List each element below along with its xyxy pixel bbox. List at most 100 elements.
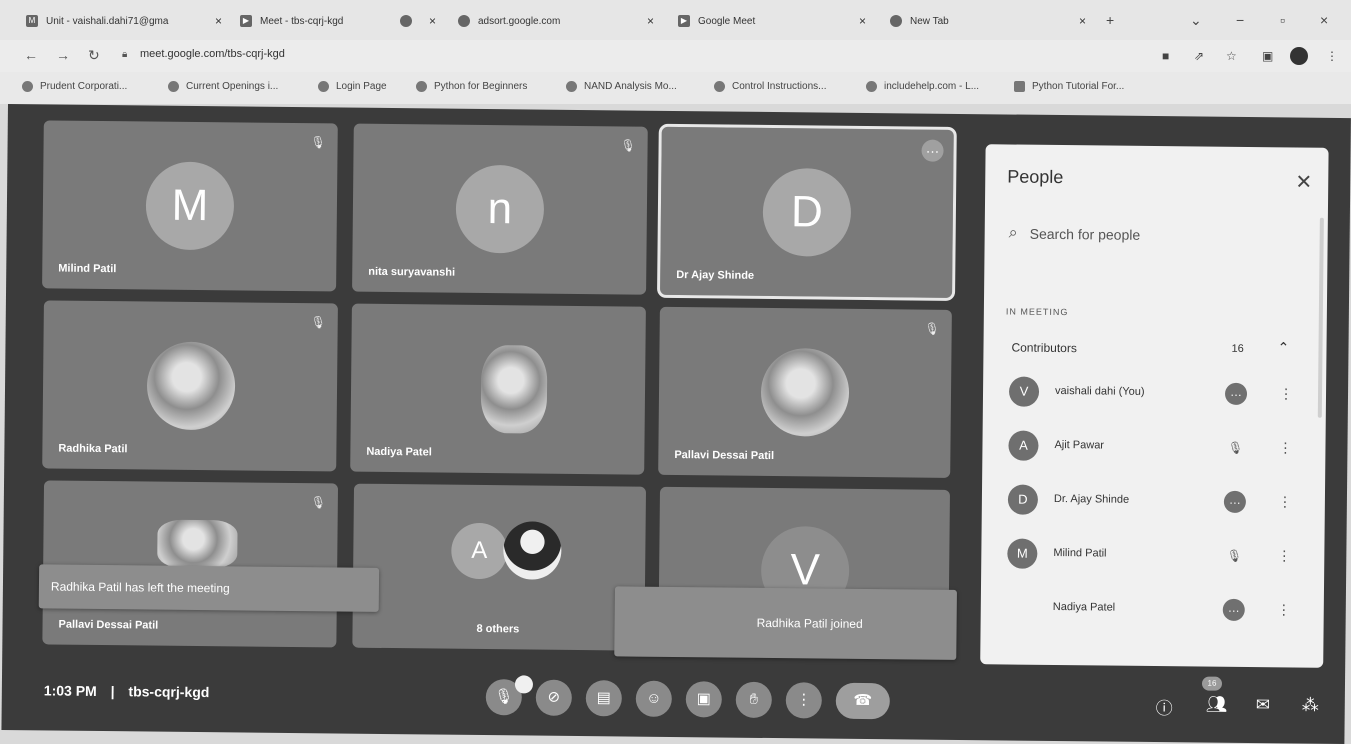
people-list-item[interactable]: D Dr. Ajay Shinde … ⋮ bbox=[1007, 480, 1308, 523]
activities-icon[interactable]: ⁂ bbox=[1302, 696, 1319, 716]
bookmark-label: Login Page bbox=[336, 81, 387, 92]
bookmarks-bar: Prudent Corporati... Current Openings i.… bbox=[0, 72, 1351, 104]
tab-label: Unit - vaishali.dahi71@gma bbox=[46, 15, 169, 27]
present-button[interactable]: ▣ bbox=[685, 681, 722, 718]
bookmark-item[interactable]: includehelp.com - L... bbox=[866, 81, 979, 92]
bookmark-item[interactable]: Login Page bbox=[318, 81, 387, 92]
close-tab-icon[interactable]: × bbox=[647, 14, 654, 28]
separator: | bbox=[110, 683, 115, 700]
people-list-item[interactable]: Nadiya Patel … ⋮ bbox=[1007, 588, 1307, 631]
speaking-icon: … bbox=[1224, 382, 1248, 405]
meet-icon: ▶ bbox=[240, 15, 252, 27]
participant-name: 8 others bbox=[476, 622, 520, 636]
left-meeting-toast: Radhika Patil has left the meeting bbox=[38, 564, 380, 612]
people-list-item[interactable]: A Ajit Pawar 🎙︎ ⋮ bbox=[1008, 426, 1308, 469]
more-options-icon[interactable]: ⋮ bbox=[1278, 493, 1292, 510]
bookmark-item[interactable]: NAND Analysis Mo... bbox=[566, 81, 677, 92]
close-window-icon[interactable]: × bbox=[1320, 12, 1328, 28]
close-tab-icon[interactable]: × bbox=[1079, 14, 1086, 28]
python-icon bbox=[416, 81, 427, 92]
captions-button[interactable]: ▤ bbox=[585, 680, 622, 717]
people-list-item[interactable]: V vaishali dahi (You) … ⋮ bbox=[1008, 372, 1309, 415]
share-icon[interactable]: ⇗ bbox=[1194, 49, 1204, 63]
browser-tab[interactable]: M Unit - vaishali.dahi71@gma × bbox=[26, 6, 222, 36]
mic-off-icon: 🎙︎ bbox=[1227, 440, 1244, 455]
meet-stage: 🎙︎ M Milind Patil 🎙︎ n nita suryavanshi … bbox=[1, 104, 1351, 744]
bookmark-label: Current Openings i... bbox=[186, 81, 279, 92]
bookmark-item[interactable]: Python Tutorial For... bbox=[1014, 81, 1124, 92]
reload-icon[interactable]: ↻ bbox=[88, 47, 100, 64]
browser-tab[interactable]: adsort.google.com × bbox=[458, 6, 654, 36]
participant-name: Pallavi Dessai Patil bbox=[674, 448, 775, 463]
url-input[interactable]: meet.google.com/tbs-cqrj-kgd bbox=[140, 48, 285, 60]
mic-off-icon: 🎙︎ bbox=[924, 321, 940, 336]
meeting-info: 1:03 PM | tbs-cqrj-kgd bbox=[44, 682, 210, 700]
participant-tile[interactable]: A 8 others bbox=[352, 483, 647, 651]
participant-name: nita suryavanshi bbox=[368, 265, 456, 279]
bookmark-item[interactable]: Prudent Corporati... bbox=[22, 81, 127, 92]
participant-tile[interactable]: 🎙︎ n nita suryavanshi bbox=[352, 123, 648, 295]
star-icon[interactable]: ☆ bbox=[1226, 49, 1237, 63]
restore-icon[interactable]: ▫ bbox=[1280, 12, 1285, 28]
info-icon[interactable]: ⓘ bbox=[1156, 694, 1173, 719]
back-icon[interactable]: ← bbox=[24, 47, 38, 63]
bookmark-item[interactable]: Current Openings i... bbox=[168, 81, 278, 92]
more-vert-icon: ⋮ bbox=[796, 691, 812, 709]
forward-icon[interactable]: → bbox=[56, 47, 70, 63]
more-options-icon[interactable]: ⋮ bbox=[1277, 547, 1291, 564]
camera-button[interactable]: ⊘ bbox=[535, 679, 572, 716]
chat-icon[interactable]: ✉︎ bbox=[1256, 695, 1270, 715]
bookmark-icon bbox=[566, 81, 577, 92]
captions-icon: ▤ bbox=[596, 689, 611, 707]
more-options-icon[interactable]: ⋮ bbox=[1277, 601, 1291, 618]
bookmark-label: includehelp.com - L... bbox=[884, 81, 980, 92]
more-options-icon[interactable]: ⋮ bbox=[1279, 385, 1293, 402]
close-tab-icon[interactable]: × bbox=[429, 14, 436, 28]
chevron-up-icon[interactable]: ⌃ bbox=[1277, 339, 1289, 356]
close-tab-icon[interactable]: × bbox=[215, 14, 222, 28]
contributors-count: 16 bbox=[1231, 342, 1244, 355]
browser-tab[interactable]: × bbox=[400, 6, 436, 36]
participant-tile[interactable]: 🎙︎ Radhika Patil bbox=[42, 300, 338, 472]
people-list-item[interactable]: M Milind Patil 🎙︎ ⋮ bbox=[1007, 534, 1307, 577]
browser-tab-bar: M Unit - vaishali.dahi71@gma × ▶ Meet - … bbox=[0, 0, 1351, 40]
bookmark-item[interactable]: Python for Beginners bbox=[416, 81, 527, 92]
minimize-icon[interactable]: − bbox=[1236, 12, 1244, 28]
bookmark-icon bbox=[318, 81, 329, 92]
contributors-label[interactable]: Contributors bbox=[1011, 341, 1077, 356]
lock-icon[interactable]: 🔒︎ bbox=[122, 49, 127, 60]
participant-tile[interactable]: Nadiya Patel bbox=[350, 303, 646, 475]
more-options-icon[interactable]: … bbox=[921, 139, 944, 162]
search-people-input[interactable]: ⌕ Search for people bbox=[1009, 224, 1141, 243]
sidepanel-icon[interactable]: ▣ bbox=[1262, 49, 1273, 63]
avatar bbox=[1007, 592, 1037, 622]
bookmark-item[interactable]: Control Instructions... bbox=[714, 81, 826, 92]
chrome-icon bbox=[890, 15, 902, 27]
people-icon[interactable]: 👥︎ bbox=[1206, 695, 1228, 715]
browser-tab[interactable]: ▶ Google Meet × bbox=[678, 6, 866, 36]
more-options-icon[interactable]: ⋮ bbox=[1278, 439, 1292, 456]
participant-tile[interactable]: … D Dr Ajay Shinde bbox=[657, 123, 957, 301]
leave-call-button[interactable]: ☎︎ bbox=[835, 682, 890, 720]
close-icon[interactable]: ✕ bbox=[1295, 169, 1312, 194]
more-options-button[interactable]: ⋮ bbox=[785, 682, 822, 719]
person-name: Dr. Ajay Shinde bbox=[1053, 492, 1130, 506]
scrollbar[interactable] bbox=[1317, 217, 1324, 418]
mic-off-icon: 🎙︎ bbox=[310, 495, 326, 510]
globe-icon bbox=[458, 15, 470, 27]
profile-avatar[interactable] bbox=[1290, 47, 1308, 65]
participant-tile[interactable]: 🎙︎ M Milind Patil bbox=[42, 120, 338, 292]
close-tab-icon[interactable]: × bbox=[859, 14, 866, 28]
new-tab-icon[interactable]: + bbox=[1106, 12, 1114, 28]
reactions-button[interactable]: ☺ bbox=[635, 680, 672, 717]
chevron-down-icon[interactable]: ⌄ bbox=[1190, 12, 1202, 29]
participant-tile[interactable]: 🎙︎ Pallavi Dessai Patil bbox=[658, 306, 952, 478]
browser-tab[interactable]: New Tab × bbox=[890, 6, 1086, 36]
address-bar: ← → ↻ 🔒︎ meet.google.com/tbs-cqrj-kgd ■ … bbox=[0, 40, 1351, 72]
menu-icon[interactable]: ⋮ bbox=[1326, 49, 1338, 63]
bookmark-label: Python Tutorial For... bbox=[1032, 81, 1125, 92]
person-name: vaishali dahi (You) bbox=[1054, 384, 1145, 398]
raise-hand-button[interactable]: ✋︎ bbox=[735, 681, 772, 719]
mic-off-icon: 🎙︎ bbox=[310, 315, 326, 330]
camera-icon[interactable]: ■ bbox=[1162, 49, 1169, 63]
